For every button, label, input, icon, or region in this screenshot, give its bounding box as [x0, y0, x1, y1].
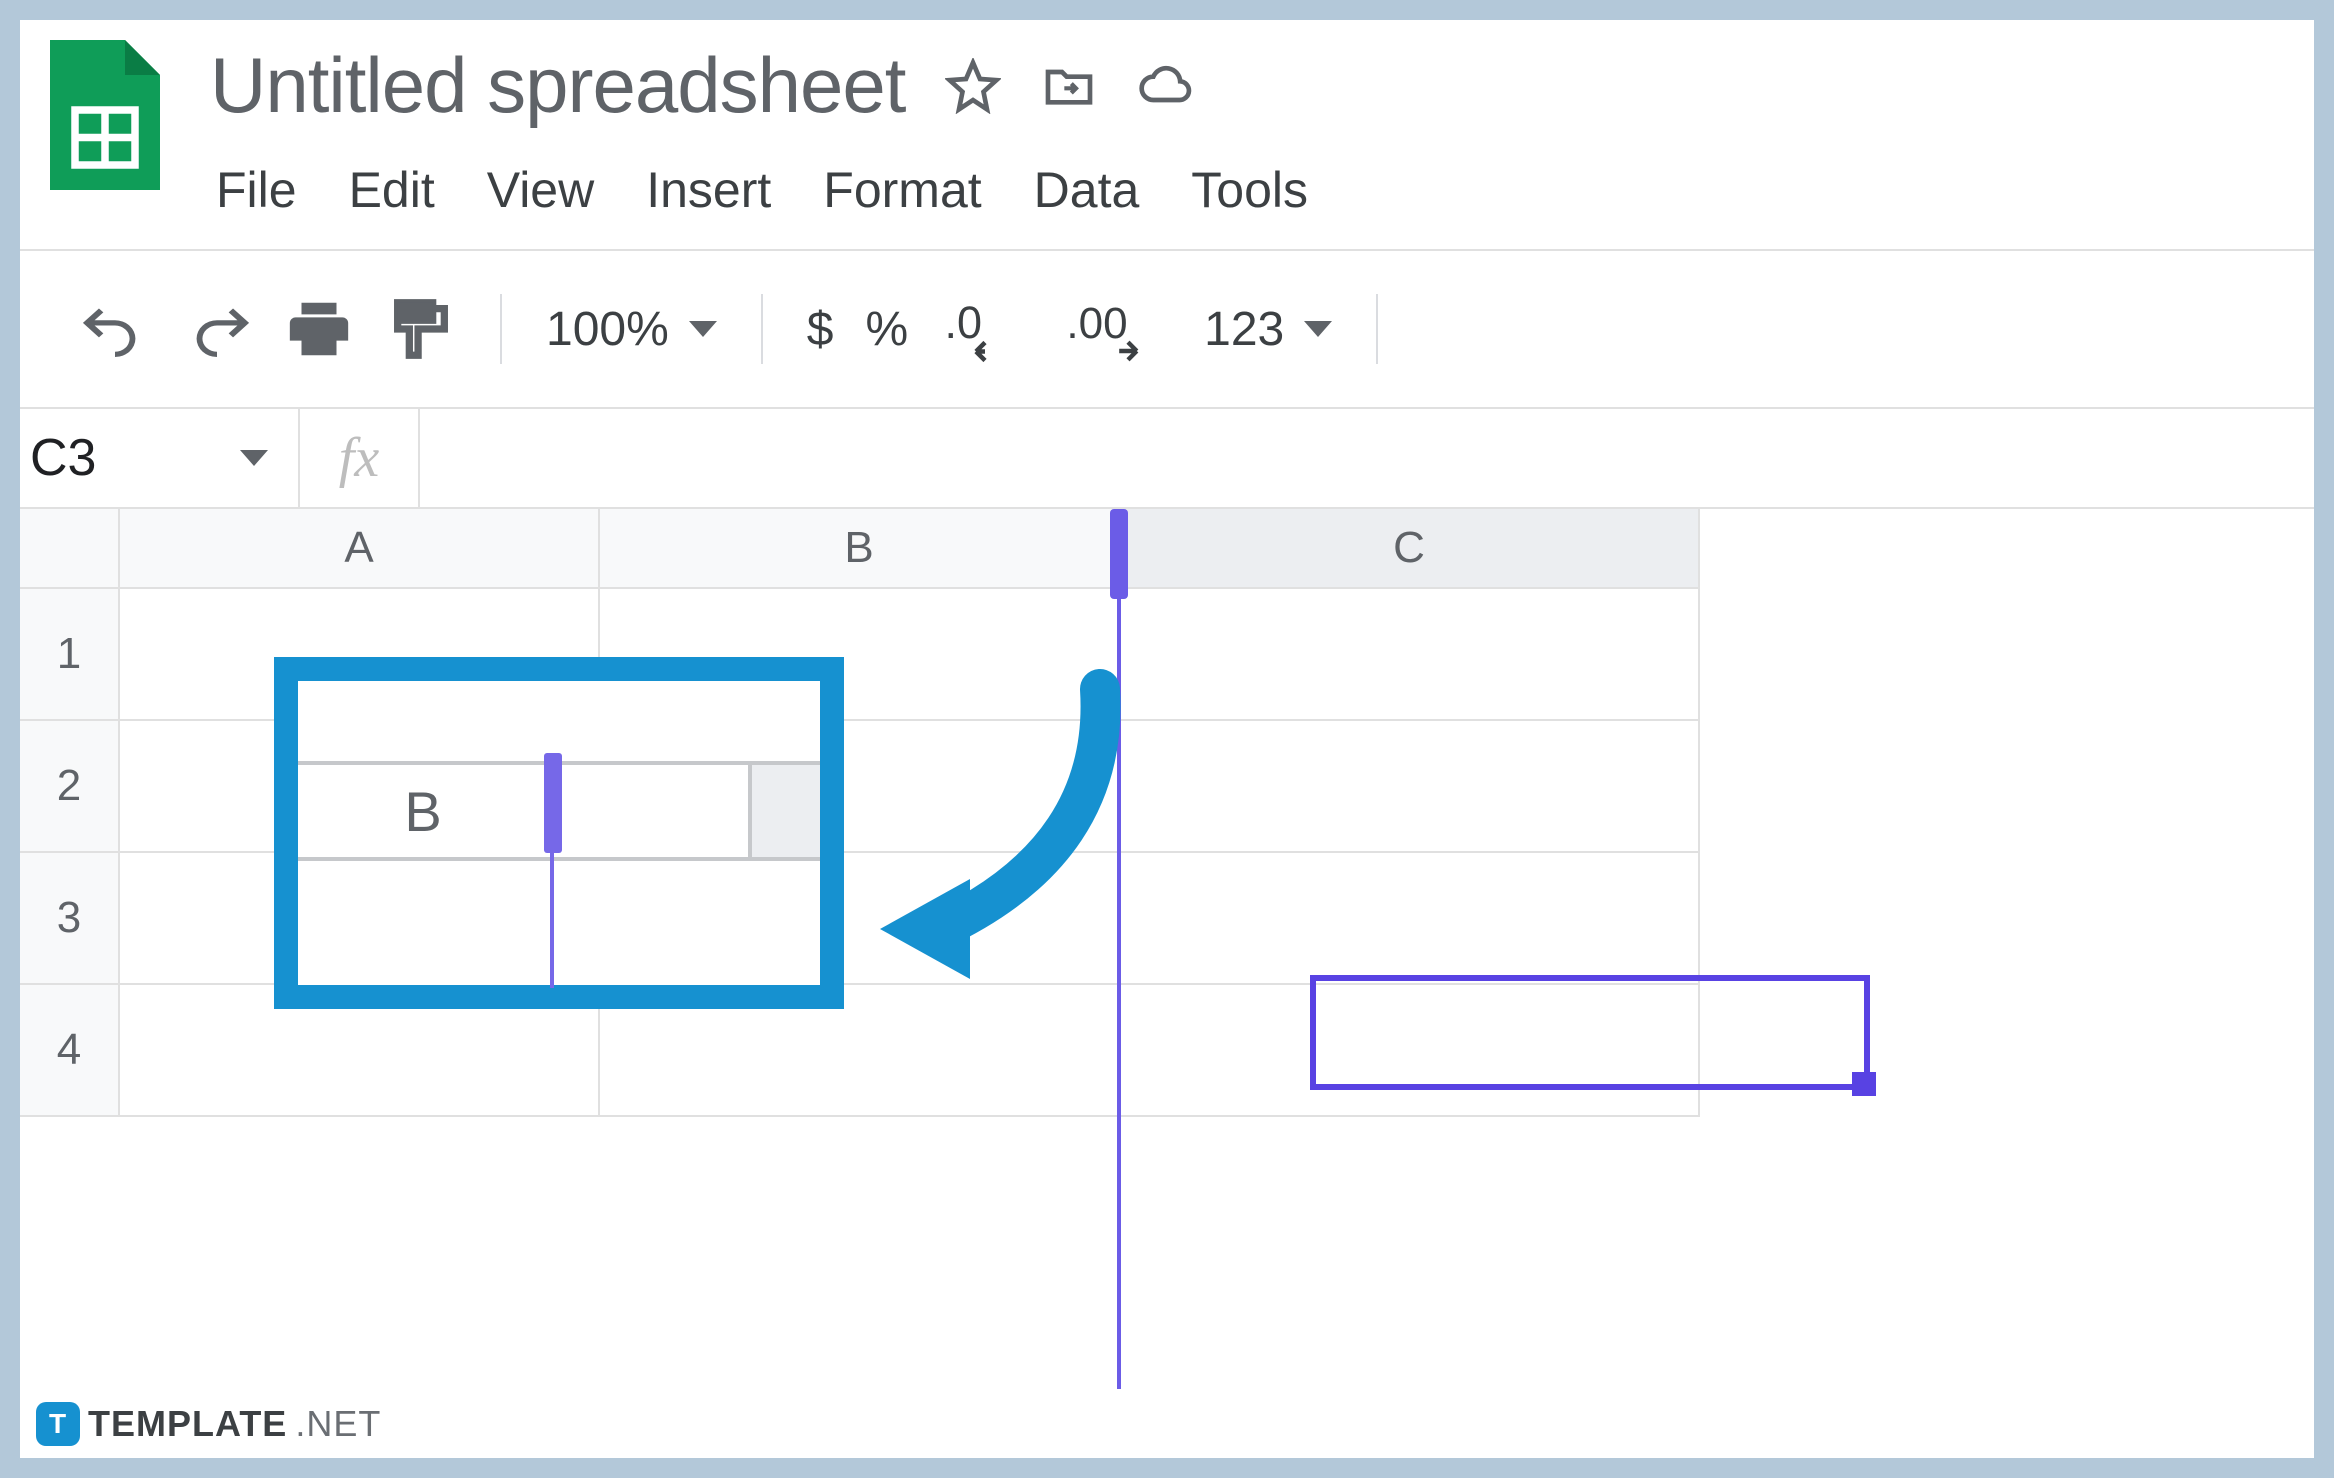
toolbar-divider — [1376, 294, 1378, 364]
menu-view[interactable]: View — [487, 161, 594, 219]
column-resize-handle[interactable] — [1110, 509, 1128, 599]
menu-data[interactable]: Data — [1034, 161, 1140, 219]
cloud-status-icon[interactable] — [1137, 58, 1193, 114]
menu-file[interactable]: File — [216, 161, 297, 219]
watermark-logo-icon: T — [36, 1402, 80, 1446]
annotation-arrow-icon — [840, 669, 1140, 989]
format-percent-button[interactable]: % — [865, 302, 908, 357]
paint-format-icon[interactable] — [386, 294, 456, 364]
cell-c3[interactable] — [1120, 853, 1700, 985]
undo-icon[interactable] — [80, 294, 150, 364]
watermark: T TEMPLATE.NET — [20, 1390, 397, 1458]
toolbar: 100% $ % .0 .00 123 — [20, 249, 2314, 409]
callout-adjacent-cell — [748, 765, 820, 857]
name-box-value: C3 — [30, 428, 96, 488]
number-format-dropdown[interactable]: 123 — [1204, 302, 1332, 357]
row-header-3[interactable]: 3 — [20, 853, 120, 985]
increase-decimal-icon[interactable]: .00 — [1062, 294, 1172, 364]
redo-icon[interactable] — [182, 294, 252, 364]
star-icon[interactable] — [945, 58, 1001, 114]
app-window: Untitled spreadsheet File Edit View — [20, 20, 2314, 1458]
document-title[interactable]: Untitled spreadsheet — [210, 40, 905, 131]
toolbar-divider — [761, 294, 763, 364]
cell-c2[interactable] — [1120, 721, 1700, 853]
column-header-a[interactable]: A — [120, 509, 600, 589]
spreadsheet-grid: A B C 1 2 3 4 — [20, 509, 2314, 1117]
header: Untitled spreadsheet File Edit View — [20, 20, 2314, 219]
formula-input[interactable] — [420, 409, 2314, 507]
callout-column-b-label: B — [298, 765, 548, 857]
menu-edit[interactable]: Edit — [349, 161, 435, 219]
row-header-1[interactable]: 1 — [20, 589, 120, 721]
print-icon[interactable] — [284, 294, 354, 364]
fx-icon: fx — [300, 409, 420, 507]
row-header-4[interactable]: 4 — [20, 985, 120, 1117]
selection-outline — [1310, 975, 1870, 1090]
decrease-decimal-icon[interactable]: .0 — [940, 294, 1030, 364]
callout-inset: B — [274, 657, 844, 1009]
watermark-brand: TEMPLATE — [88, 1403, 287, 1445]
menubar: File Edit View Insert Format Data Tools — [210, 161, 2284, 219]
menu-insert[interactable]: Insert — [646, 161, 771, 219]
callout-resize-handle-icon — [544, 753, 562, 853]
zoom-dropdown[interactable]: 100% — [546, 302, 717, 357]
row-header-2[interactable]: 2 — [20, 721, 120, 853]
callout-resize-guide — [550, 853, 554, 988]
column-header-c[interactable]: C — [1120, 509, 1700, 589]
zoom-value: 100% — [546, 302, 669, 357]
chevron-down-icon — [1304, 321, 1332, 337]
formula-bar: C3 fx — [20, 409, 2314, 509]
name-box[interactable]: C3 — [20, 409, 300, 507]
chevron-down-icon — [689, 321, 717, 337]
watermark-suffix: .NET — [295, 1403, 381, 1445]
menu-format[interactable]: Format — [823, 161, 981, 219]
column-header-b[interactable]: B — [600, 509, 1120, 589]
column-headers: A B C — [20, 509, 2314, 589]
format-currency-button[interactable]: $ — [807, 302, 834, 357]
svg-text:.0: .0 — [945, 297, 983, 348]
svg-text:.00: .00 — [1067, 299, 1128, 348]
number-format-label: 123 — [1204, 302, 1284, 357]
toolbar-divider — [500, 294, 502, 364]
fill-handle[interactable] — [1852, 1072, 1876, 1096]
cell-c1[interactable] — [1120, 589, 1700, 721]
select-all-corner[interactable] — [20, 509, 120, 589]
move-to-folder-icon[interactable] — [1041, 58, 1097, 114]
menu-tools[interactable]: Tools — [1191, 161, 1308, 219]
chevron-down-icon — [240, 450, 268, 466]
sheets-logo-icon — [50, 40, 160, 190]
